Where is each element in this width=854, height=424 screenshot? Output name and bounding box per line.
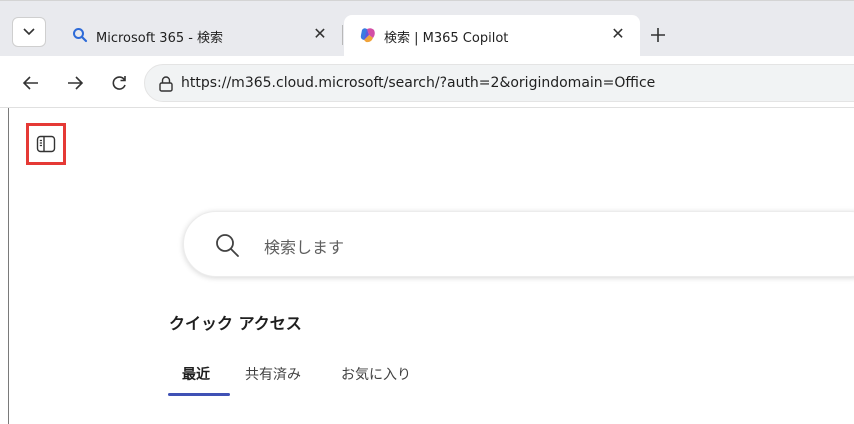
browser-tab-bar: Microsoft 365 - 検索 ✕ 検索 | M365 Copilot ✕ (0, 0, 854, 57)
search-placeholder: 検索します (264, 238, 345, 257)
quick-access-title: クイック アクセス (169, 314, 302, 333)
tab-title: Microsoft 365 - 検索 (96, 31, 224, 46)
sidebar-toggle-button[interactable] (26, 123, 66, 165)
plus-icon (651, 28, 665, 42)
chevron-down-icon (23, 28, 35, 36)
tab-m365-copilot-search[interactable]: 検索 | M365 Copilot ✕ (344, 15, 640, 57)
arrow-left-icon (22, 76, 38, 90)
refresh-icon (112, 76, 126, 90)
tab-title: 検索 | M365 Copilot (384, 31, 509, 46)
site-info-icon[interactable] (157, 75, 175, 93)
selected-tab-indicator (168, 393, 230, 396)
tab-microsoft-365-search[interactable]: Microsoft 365 - 検索 ✕ (56, 15, 342, 57)
close-icon[interactable]: ✕ (608, 24, 628, 44)
search-input[interactable]: 検索します (183, 211, 854, 277)
reload-button[interactable] (106, 70, 132, 96)
sidebar-panel-icon (36, 135, 56, 153)
search-icon (73, 28, 88, 43)
tab-favorites[interactable]: お気に入り (341, 364, 411, 384)
tab-shared[interactable]: 共有済み (245, 364, 301, 384)
copilot-icon (360, 28, 375, 43)
new-tab-button[interactable] (644, 21, 672, 49)
search-icon (216, 234, 239, 257)
address-bar[interactable]: https://m365.cloud.microsoft/search/?aut… (144, 64, 854, 102)
tab-list-button[interactable] (12, 17, 46, 47)
window-edge (8, 108, 9, 424)
browser-toolbar: https://m365.cloud.microsoft/search/?aut… (0, 56, 854, 108)
tab-divider (342, 25, 343, 45)
back-button[interactable] (18, 70, 44, 96)
arrow-right-icon (68, 76, 84, 90)
close-icon[interactable]: ✕ (310, 24, 330, 44)
tab-recent[interactable]: 最近 (182, 364, 210, 384)
url-text: https://m365.cloud.microsoft/search/?aut… (181, 75, 656, 91)
forward-button[interactable] (62, 70, 88, 96)
